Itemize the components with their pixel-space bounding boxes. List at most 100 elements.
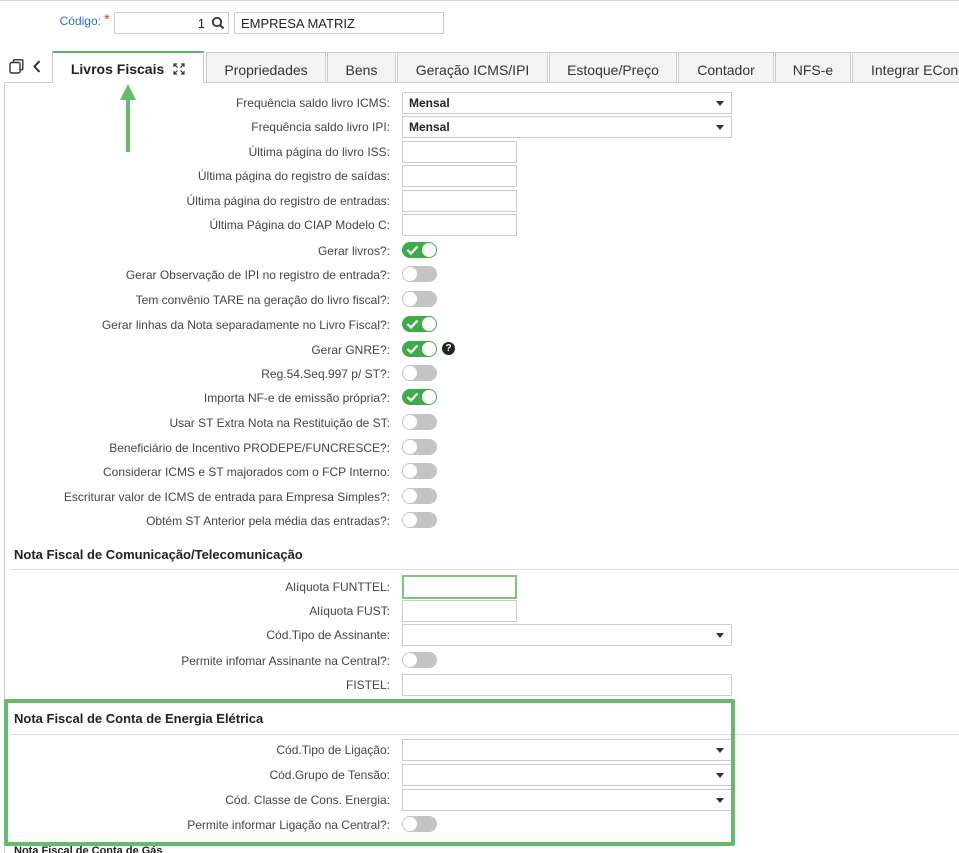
code-search-button[interactable] [209, 12, 229, 34]
field-label: Reg.54.Seq.997 p/ ST?: [261, 367, 390, 381]
field-ultima-pagina-entradas: Última página do registro de entradas: [0, 190, 959, 212]
gerar-gnre-toggle[interactable] [402, 341, 437, 357]
gerar-livros-toggle[interactable] [402, 242, 437, 258]
field-st-anterior: Obtém ST Anterior pela média das entrada… [0, 510, 959, 532]
freq-icms-select[interactable]: Mensal [402, 92, 732, 114]
ultima-pagina-saidas-input[interactable] [402, 165, 517, 187]
copy-icon[interactable] [9, 59, 24, 74]
chevron-down-icon [716, 125, 724, 130]
toggle-knob [403, 653, 417, 667]
field-label: Importa NF-e de emissão própria?: [203, 391, 390, 405]
tab-livros-fiscais[interactable]: Livros Fiscais [52, 51, 204, 83]
field-importa-nfe: Importa NF-e de emissão própria?: [0, 387, 959, 409]
field-convenio-tare: Tem convênio TARE na geração do livro fi… [0, 289, 959, 311]
tab-nfse[interactable]: NFS-e [775, 52, 851, 83]
section-title-telecom: Nota Fiscal de Comunicação/Telecomunicaç… [14, 547, 303, 562]
highlight-box [4, 699, 735, 846]
fistel-input[interactable] [402, 674, 732, 696]
field-fcp-interno: Considerar ICMS e ST majorados com o FCP… [0, 461, 959, 483]
toggle-knob [403, 366, 417, 380]
tab-label: NFS-e [792, 62, 834, 78]
section-divider [10, 569, 959, 570]
toggle-knob [403, 464, 417, 478]
field-label: Alíquota FUST: [309, 604, 390, 618]
convenio-tare-toggle[interactable] [402, 291, 437, 307]
toggle-knob [422, 317, 436, 331]
field-label: Gerar GNRE?: [311, 343, 390, 357]
required-marker: * [104, 11, 110, 28]
tipo-assinante-select[interactable] [402, 624, 732, 646]
toggle-knob [422, 342, 436, 356]
aliquota-funttel-input[interactable] [402, 575, 517, 599]
gerar-linhas-nota-toggle[interactable] [402, 316, 437, 332]
toggle-knob [422, 243, 436, 257]
section-title-gas-partial: Nota Fiscal de Conta de Gás [14, 845, 163, 853]
tab-bens[interactable]: Bens [327, 52, 396, 83]
field-label: Alíquota FUNTTEL: [285, 580, 390, 594]
field-gerar-obs-ipi: Gerar Observação de IPI no registro de e… [0, 264, 959, 286]
chevron-down-icon [716, 633, 724, 638]
expand-icon[interactable] [173, 63, 185, 75]
st-anterior-toggle[interactable] [402, 512, 437, 528]
field-gerar-livros: Gerar livros?: [0, 240, 959, 262]
select-value: Mensal [409, 120, 450, 134]
field-tipo-assinante: Cód.Tipo de Assinante: [0, 624, 959, 646]
field-freq-saldo-icms: Frequência saldo livro ICMS: Mensal [0, 92, 959, 114]
toggle-knob [403, 489, 417, 503]
check-icon [406, 392, 419, 402]
fcp-interno-toggle[interactable] [402, 463, 437, 479]
tab-label: Estoque/Preço [567, 62, 659, 78]
gerar-obs-ipi-toggle[interactable] [402, 266, 437, 282]
field-reg54-seq997: Reg.54.Seq.997 p/ ST?: [0, 363, 959, 385]
tab-integrar-econect[interactable]: Integrar EConect [852, 52, 959, 83]
field-label: Cód.Tipo de Assinante: [266, 628, 390, 642]
chevron-left-icon[interactable] [31, 59, 43, 74]
company-name-field: EMPRESA MATRIZ [234, 12, 444, 34]
field-label: Beneficiário de Incentivo PRODEPE/FUNCRE… [109, 441, 390, 455]
field-label: Escriturar valor de ICMS de entrada para… [63, 490, 390, 504]
tab-geracao-icms-ipi[interactable]: Geração ICMS/IPI [397, 52, 548, 83]
ultima-pagina-entradas-input[interactable] [402, 190, 517, 212]
field-label: Última página do registro de saídas: [197, 169, 390, 183]
field-escriturar-icms: Escriturar valor de ICMS de entrada para… [0, 486, 959, 508]
field-label: Última página do registro de entradas: [186, 194, 390, 208]
tab-label: Geração ICMS/IPI [415, 62, 530, 78]
tab-label: Bens [345, 62, 378, 78]
toggle-knob [422, 390, 436, 404]
assinante-central-toggle[interactable] [402, 652, 437, 668]
ultima-pagina-ciap-input[interactable] [402, 214, 517, 236]
field-gerar-linhas-nota: Gerar linhas da Nota separadamente no Li… [0, 314, 959, 336]
field-ultima-pagina-iss: Última página do livro ISS: [0, 141, 959, 163]
toggle-knob [403, 513, 417, 527]
aliquota-fust-input[interactable] [402, 600, 517, 622]
tab-contador[interactable]: Contador [678, 52, 774, 83]
toggle-knob [403, 267, 417, 281]
field-label: Frequência saldo livro IPI: [251, 120, 390, 134]
help-icon[interactable]: ? [442, 342, 455, 355]
field-st-extra-nota: Usar ST Extra Nota na Restituição de ST: [0, 412, 959, 434]
code-label: Código: [59, 14, 101, 28]
tab-estoque-preco[interactable]: Estoque/Preço [549, 52, 677, 83]
importa-nfe-toggle[interactable] [402, 389, 437, 405]
field-freq-saldo-ipi: Frequência saldo livro IPI: Mensal [0, 116, 959, 138]
field-gerar-gnre: Gerar GNRE?: ? [0, 339, 959, 361]
field-ultima-pagina-ciap: Última Página do CIAP Modelo C: [0, 214, 959, 236]
escriturar-icms-toggle[interactable] [402, 488, 437, 504]
field-aliquota-fust: Alíquota FUST: [0, 600, 959, 622]
tab-label: Propriedades [224, 62, 308, 78]
tab-label: Livros Fiscais [70, 61, 165, 77]
field-fistel: FISTEL: [0, 674, 959, 696]
prodepe-toggle[interactable] [402, 439, 437, 455]
check-icon [406, 245, 419, 255]
check-icon [406, 344, 419, 354]
freq-ipi-select[interactable]: Mensal [402, 116, 732, 138]
st-extra-nota-toggle[interactable] [402, 414, 437, 430]
field-label: Gerar livros?: [317, 244, 390, 258]
chevron-down-icon [716, 101, 724, 106]
toggle-knob [403, 440, 417, 454]
code-input[interactable]: 1 [114, 12, 210, 34]
field-assinante-central: Permite infomar Assinante na Central?: [0, 650, 959, 672]
reg54-toggle[interactable] [402, 365, 437, 381]
tab-propriedades[interactable]: Propriedades [206, 52, 326, 83]
ultima-pagina-iss-input[interactable] [402, 141, 517, 163]
